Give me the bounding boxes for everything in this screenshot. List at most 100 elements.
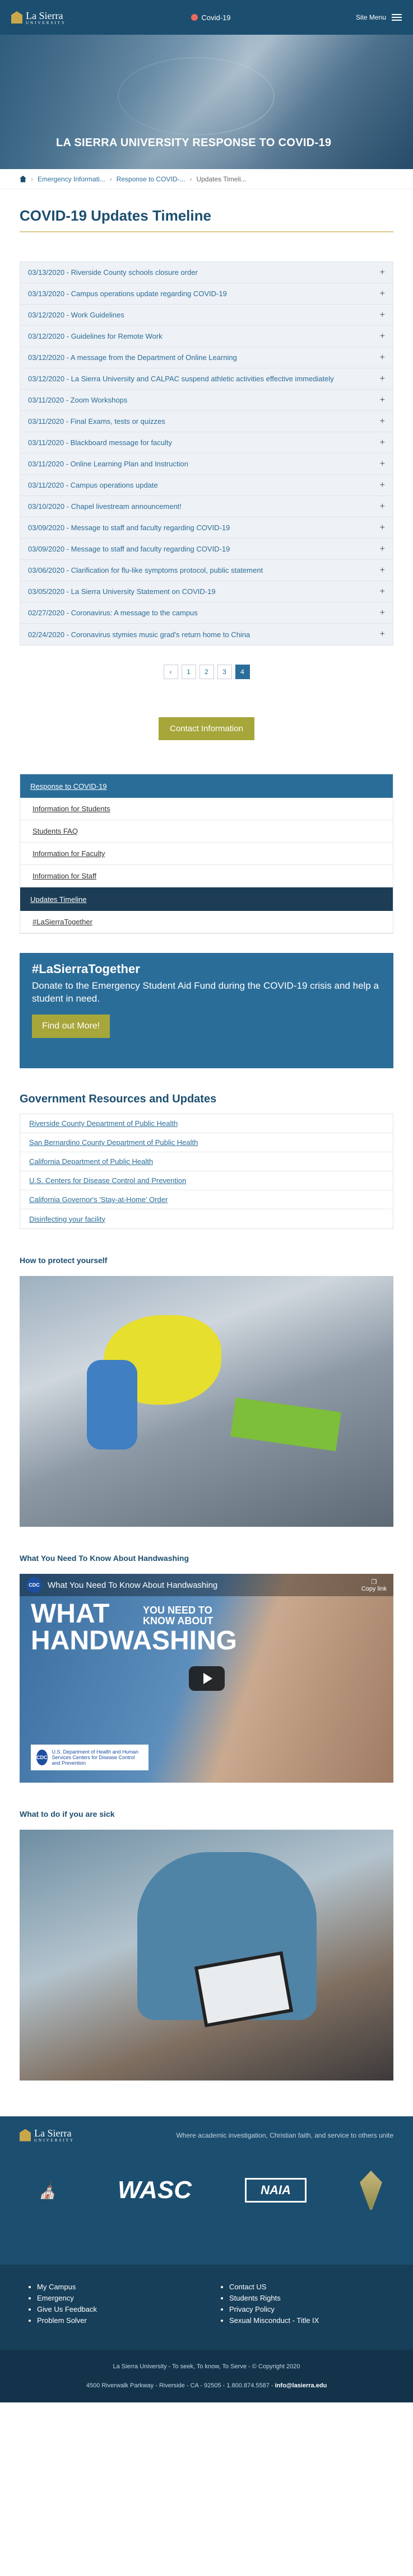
timeline-item[interactable]: 03/12/2020 - Guidelines for Remote Work + [20,326,393,347]
play-icon[interactable] [188,1666,225,1691]
expand-plus-icon[interactable]: + [380,523,385,533]
expand-plus-icon[interactable]: + [380,331,385,342]
pagination-page[interactable]: 3 [217,665,232,679]
covid-alert-link[interactable]: Covid-19 [191,13,231,22]
footer-link[interactable]: Privacy Policy [229,2304,319,2315]
site-menu-button[interactable]: Site Menu [356,13,402,21]
expand-plus-icon[interactable]: + [380,268,385,278]
timeline-item[interactable]: 03/13/2020 - Riverside County schools cl… [20,262,393,283]
video-title[interactable]: What You Need To Know About Handwashing [48,1581,217,1590]
footer-link[interactable]: Problem Solver [37,2315,97,2326]
site-menu-label: Site Menu [355,13,386,21]
timeline-item[interactable]: 03/11/2020 - Zoom Workshops + [20,390,393,411]
timeline-item[interactable]: 03/09/2020 - Message to staff and facult… [20,539,393,560]
logo-text: La Sierra [26,10,63,21]
resource-link[interactable]: San Bernardino County Department of Publ… [20,1133,393,1152]
timeline-item[interactable]: 03/06/2020 - Clarification for flu-like … [20,560,393,581]
alert-label: Covid-19 [201,13,231,22]
ribbon-icon[interactable] [360,2171,382,2210]
resource-link[interactable]: California Department of Public Health [20,1152,393,1171]
timeline-item[interactable]: 03/12/2020 - Work Guidelines + [20,305,393,326]
timeline-item[interactable]: 03/11/2020 - Final Exams, tests or quizz… [20,411,393,432]
hhs-cdc-badge: CDC U.S. Department of Health and Human … [31,1745,149,1770]
resource-link[interactable]: U.S. Centers for Disease Control and Pre… [20,1171,393,1190]
expand-plus-icon[interactable]: + [380,480,385,490]
expand-plus-icon[interactable]: + [380,587,385,597]
expand-plus-icon[interactable]: + [380,544,385,554]
timeline-item[interactable]: 03/12/2020 - A message from the Departme… [20,347,393,368]
expand-plus-icon[interactable]: + [380,608,385,618]
find-out-more-button[interactable]: Find out More! [32,1014,110,1038]
resource-link[interactable]: California Governor's 'Stay-at-Home' Ord… [20,1190,393,1209]
footer-link[interactable]: Sexual Misconduct - Title IX [229,2315,319,2326]
timeline-item[interactable]: 03/11/2020 - Campus operations update + [20,475,393,496]
expand-plus-icon[interactable]: + [380,565,385,576]
expand-plus-icon[interactable]: + [380,353,385,363]
footer-link[interactable]: Students Rights [229,2293,319,2304]
timeline-item-label: 03/09/2020 - Message to staff and facult… [28,545,230,553]
handwashing-video[interactable]: CDC What You Need To Know About Handwash… [20,1574,393,1783]
resource-link[interactable]: Disinfecting your facility [20,1209,393,1228]
timeline-item[interactable]: 02/24/2020 - Coronavirus stymies music g… [20,624,393,645]
breadcrumb: › Emergency Informati... › Response to C… [0,169,413,189]
footer-link[interactable]: Give Us Feedback [37,2304,97,2315]
footer-link[interactable]: Emergency [37,2293,97,2304]
sda-church-icon[interactable]: ⛪ [31,2171,64,2210]
expand-plus-icon[interactable]: + [380,374,385,384]
section-nav-item[interactable]: Information for Students [20,798,393,820]
promo-title: #LaSierraTogether [32,962,140,976]
wasc-logo[interactable]: WASC [118,2171,192,2210]
expand-plus-icon[interactable]: + [380,459,385,469]
footer-links: My Campus Emergency Give Us Feedback Pro… [0,2265,413,2350]
pagination-prev[interactable]: ‹ [163,665,178,679]
pagination-page[interactable]: 2 [199,665,214,679]
expand-plus-icon[interactable]: + [380,289,385,299]
footer-motto: La Sierra University - To seek, To know,… [113,2363,300,2370]
protect-heading: How to protect yourself [20,1256,108,1265]
timeline-item[interactable]: 03/05/2020 - La Sierra University Statem… [20,581,393,602]
handwashing-heading: What You Need To Know About Handwashing [20,1554,189,1563]
copy-link-button[interactable]: ❐ Copy link [361,1578,387,1592]
section-nav-active[interactable]: Updates Timeline [20,887,393,911]
timeline-item-label: 03/09/2020 - Message to staff and facult… [28,523,230,532]
pagination-page[interactable]: 1 [181,665,196,679]
university-logo[interactable]: La Sierra UNIVERSITY [11,10,66,25]
footer-address: 4500 Riverwalk Parkway - Riverside - CA … [86,2382,327,2389]
naia-logo[interactable]: NAIA [245,2178,307,2203]
expand-plus-icon[interactable]: + [380,629,385,639]
contact-information-button[interactable]: Contact Information [159,717,254,740]
timeline-item-label: 03/05/2020 - La Sierra University Statem… [28,587,216,596]
breadcrumb-item[interactable]: Emergency Informati... [38,175,105,183]
timeline-item[interactable]: 03/12/2020 - La Sierra University and CA… [20,368,393,390]
hero-title: LA SIERRA UNIVERSITY RESPONSE TO COVID-1… [56,137,332,149]
section-nav-item[interactable]: Information for Faculty [20,843,393,865]
breadcrumb-item[interactable]: Response to COVID-... [117,175,185,183]
expand-plus-icon[interactable]: + [380,417,385,427]
section-nav-item[interactable]: Students FAQ [20,820,393,843]
logo-subtext: UNIVERSITY [26,20,66,25]
footer-logo[interactable]: La Sierra UNIVERSITY [20,2128,75,2143]
timeline-item[interactable]: 03/13/2020 - Campus operations update re… [20,283,393,305]
resource-link[interactable]: Riverside County Department of Public He… [20,1114,393,1133]
home-icon[interactable] [20,175,26,183]
footer-link[interactable]: Contact US [229,2282,319,2293]
timeline-item-label: 03/11/2020 - Online Learning Plan and In… [28,460,188,468]
section-nav-head[interactable]: Response to COVID-19 [20,774,393,798]
section-nav-item[interactable]: Information for Staff [20,865,393,887]
section-nav-tag[interactable]: #LaSierraTogether [20,911,393,933]
cdc-channel-icon[interactable]: CDC [26,1577,42,1593]
pagination-page-current[interactable]: 4 [235,665,250,679]
expand-plus-icon[interactable]: + [380,395,385,405]
timeline-item[interactable]: 03/11/2020 - Online Learning Plan and In… [20,454,393,475]
timeline-item-label: 03/11/2020 - Zoom Workshops [28,396,128,404]
timeline-item[interactable]: 03/09/2020 - Message to staff and facult… [20,517,393,539]
expand-plus-icon[interactable]: + [380,310,385,320]
expand-plus-icon[interactable]: + [380,502,385,512]
timeline-item[interactable]: 02/27/2020 - Coronavirus: A message to t… [20,602,393,624]
timeline-item-label: 03/11/2020 - Campus operations update [28,481,158,489]
timeline-item[interactable]: 03/10/2020 - Chapel livestream announcem… [20,496,393,517]
timeline-item[interactable]: 03/11/2020 - Blackboard message for facu… [20,432,393,454]
footer-link[interactable]: My Campus [37,2282,97,2293]
footer-email-link[interactable]: info@lasierra.edu [275,2382,327,2389]
expand-plus-icon[interactable]: + [380,438,385,448]
